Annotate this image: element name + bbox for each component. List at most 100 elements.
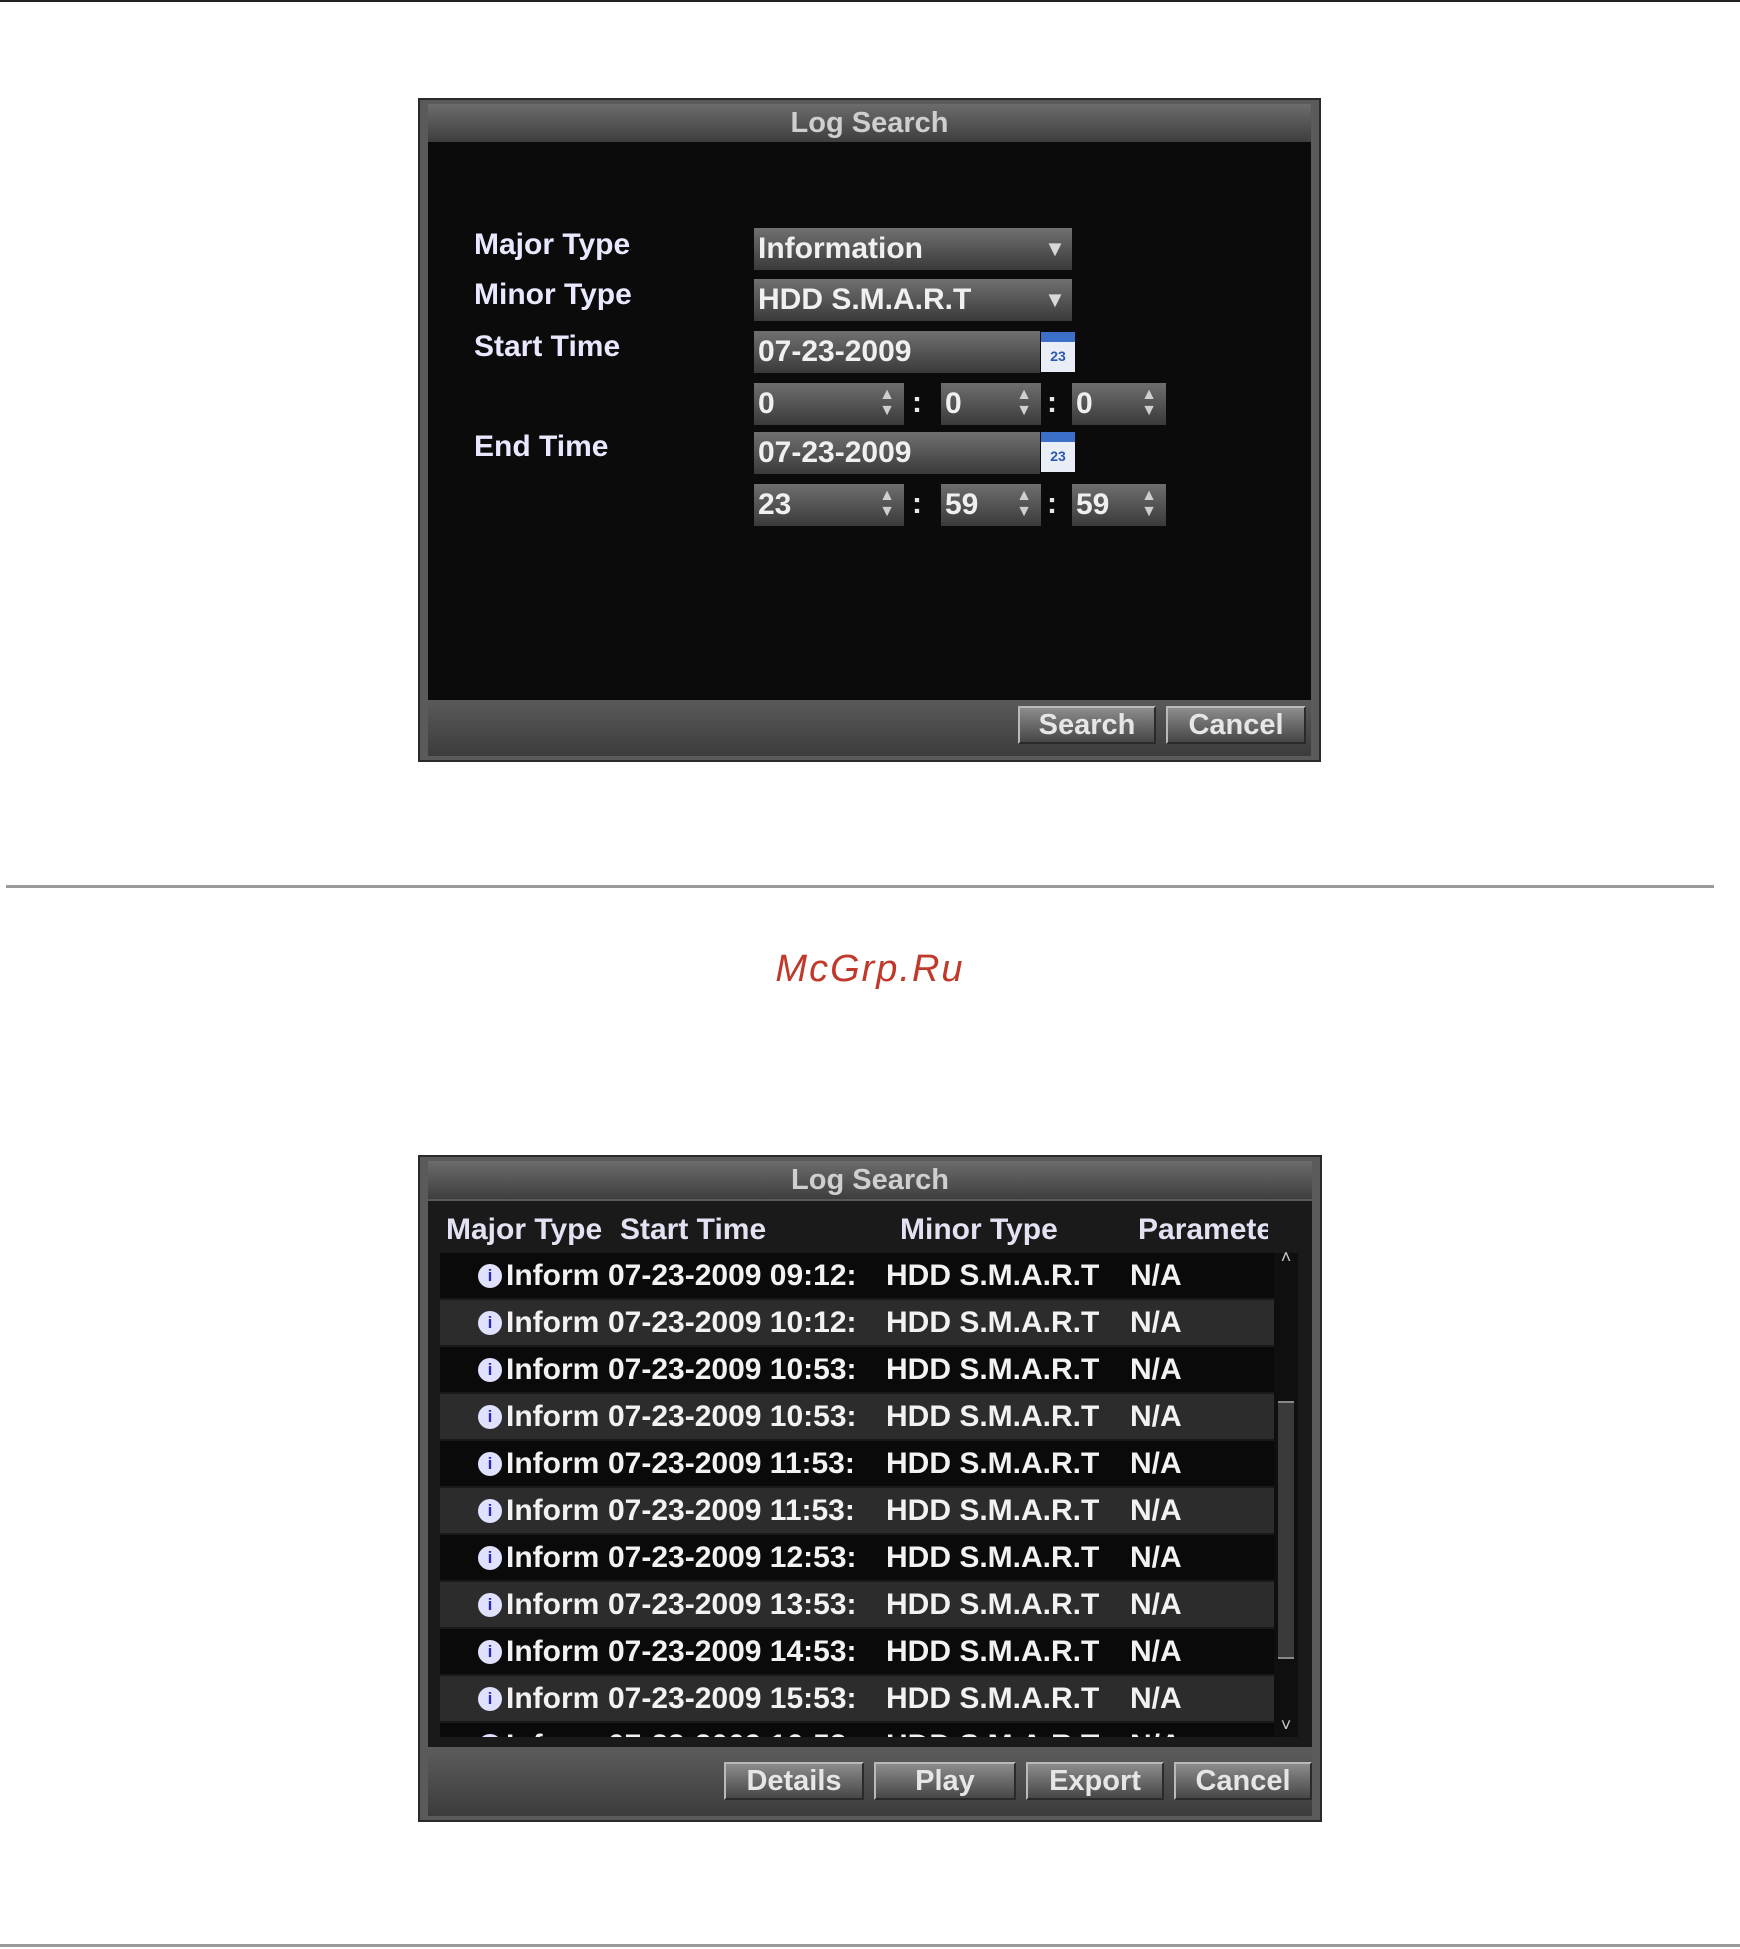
cell-start-time: 07-23-2009 10:12:	[608, 1306, 857, 1339]
time-separator: :	[912, 386, 922, 419]
results-scrollbar[interactable]: ˄ ˅	[1274, 1247, 1298, 1737]
table-row[interactable]: i Inform 07-23-2009 11:53: HDD S.M.A.R.T…	[440, 1488, 1278, 1533]
cell-major-type: Inform	[506, 1259, 600, 1292]
start-minute-value: 0	[945, 387, 962, 420]
info-icon: i	[478, 1593, 502, 1617]
table-row[interactable]: i Inform 07-23-2009 12:53: HDD S.M.A.R.T…	[440, 1535, 1278, 1580]
bottom-rule	[0, 1944, 1740, 1947]
table-row[interactable]: i Inform 07-23-2009 09:12: HDD S.M.A.R.T…	[440, 1253, 1278, 1298]
table-row[interactable]: i Inform 07-23-2009 14:53: HDD S.M.A.R.T…	[440, 1629, 1278, 1674]
column-header-start-time[interactable]: Start Time	[620, 1213, 766, 1247]
cell-minor-type: HDD S.M.A.R.T	[886, 1353, 1100, 1386]
start-hour-spinner[interactable]: 0 ▲ ▼	[754, 383, 904, 425]
info-icon: i	[478, 1499, 502, 1523]
cell-major-type: Inform	[506, 1635, 600, 1668]
cell-minor-type: HDD S.M.A.R.T	[886, 1306, 1100, 1339]
info-icon: i	[478, 1687, 502, 1711]
export-button[interactable]: Export	[1026, 1762, 1164, 1800]
end-time-label: End Time	[474, 430, 609, 463]
cell-minor-type: HDD S.M.A.R.T	[886, 1494, 1100, 1527]
info-icon: i	[478, 1452, 502, 1476]
chevron-down-icon[interactable]: ˅	[1274, 1713, 1298, 1737]
cell-parameter: N/A	[1130, 1306, 1182, 1339]
up-down-arrows-icon[interactable]: ▲ ▼	[1011, 387, 1037, 421]
table-row[interactable]: i Inform 07-23-2009 10:53: HDD S.M.A.R.T…	[440, 1394, 1278, 1439]
minor-type-label: Minor Type	[474, 278, 632, 311]
chevron-up-icon[interactable]: ˄	[1274, 1245, 1298, 1269]
column-header-minor-type[interactable]: Minor Type	[900, 1213, 1058, 1247]
info-icon: i	[478, 1640, 502, 1664]
time-separator: :	[1047, 487, 1057, 520]
top-rule	[0, 0, 1740, 2]
calendar-icon[interactable]: 23	[1041, 432, 1075, 472]
dialog-footer: Search Cancel	[428, 700, 1311, 756]
cell-parameter: N/A	[1130, 1728, 1230, 1737]
cell-start-time: 07-23-2009 10:53:	[608, 1353, 857, 1386]
cell-start-time: 07-23-2009 11:53:	[608, 1494, 855, 1527]
details-button[interactable]: Details	[724, 1762, 864, 1800]
table-row[interactable]: i Inform 07-23-2009 10:12: HDD S.M.A.R.T…	[440, 1300, 1278, 1345]
cell-minor-type: HDD S.M.A.R.T	[886, 1541, 1100, 1574]
up-down-arrows-icon[interactable]: ▲ ▼	[874, 488, 900, 522]
cell-major-type: Inform	[506, 1541, 600, 1574]
cell-parameter: N/A	[1130, 1588, 1182, 1621]
dialog-body: Major Type Information ▼ Minor Type HDD …	[428, 142, 1311, 700]
up-down-arrows-icon[interactable]: ▲ ▼	[1136, 387, 1162, 421]
watermark: McGrp.Ru	[775, 948, 965, 990]
end-date-field[interactable]: 07-23-2009	[754, 432, 1040, 474]
cell-minor-type: HDD S.M.A.R.T	[886, 1588, 1100, 1621]
dialog-title: Log Search	[428, 104, 1311, 142]
scrollbar-thumb[interactable]	[1278, 1401, 1294, 1659]
cell-start-time: 07-23-2009 15:53:	[608, 1682, 857, 1715]
table-row[interactable]: i Inform 07-23-2009 16:53: HDD S.M.A.R.T…	[440, 1723, 1278, 1737]
cell-minor-type: HDD S.M.A.R.T	[886, 1400, 1100, 1433]
end-minute-spinner[interactable]: 59 ▲ ▼	[941, 484, 1041, 526]
table-row[interactable]: i Inform 07-23-2009 10:53: HDD S.M.A.R.T…	[440, 1347, 1278, 1392]
chevron-down-icon: ▼	[1044, 287, 1066, 312]
up-down-arrows-icon[interactable]: ▲ ▼	[874, 387, 900, 421]
cell-parameter: N/A	[1130, 1541, 1182, 1574]
end-second-spinner[interactable]: 59 ▲ ▼	[1072, 484, 1166, 526]
cell-major-type: Inform	[506, 1494, 600, 1527]
log-results-dialog: Log Search Major Type Start Time Minor T…	[418, 1155, 1322, 1822]
calendar-icon[interactable]: 23	[1041, 332, 1075, 372]
cell-start-time: 07-23-2009 11:53:	[608, 1447, 855, 1480]
start-date-field[interactable]: 07-23-2009	[754, 331, 1040, 373]
end-hour-value: 23	[758, 488, 792, 521]
results-body: Major Type Start Time Minor Type Paramet…	[428, 1201, 1312, 1747]
column-header-major-type[interactable]: Major Type	[446, 1213, 614, 1247]
search-button[interactable]: Search	[1018, 706, 1156, 744]
info-icon: i	[478, 1546, 502, 1570]
minor-type-dropdown[interactable]: HDD S.M.A.R.T ▼	[754, 279, 1072, 321]
cell-start-time: 07-23-2009 13:53:	[608, 1588, 857, 1621]
info-icon: i	[478, 1358, 502, 1382]
play-button[interactable]: Play	[874, 1762, 1016, 1800]
table-row[interactable]: i Inform 07-23-2009 15:53: HDD S.M.A.R.T…	[440, 1676, 1278, 1721]
end-hour-spinner[interactable]: 23 ▲ ▼	[754, 484, 904, 526]
dialog-title: Log Search	[428, 1161, 1312, 1199]
cell-major-type: Inform	[506, 1588, 600, 1621]
up-down-arrows-icon[interactable]: ▲ ▼	[1136, 488, 1162, 522]
cancel-button[interactable]: Cancel	[1174, 1762, 1312, 1800]
start-hour-value: 0	[758, 387, 775, 420]
cell-start-time: 07-23-2009 14:53:	[608, 1635, 857, 1668]
major-type-dropdown[interactable]: Information ▼	[754, 228, 1072, 270]
chevron-down-icon: ▼	[1044, 236, 1066, 261]
table-row[interactable]: i Inform 07-23-2009 13:53: HDD S.M.A.R.T…	[440, 1582, 1278, 1627]
time-separator: :	[1047, 386, 1057, 419]
cell-start-time: 07-23-2009 10:53:	[608, 1400, 857, 1433]
start-second-spinner[interactable]: 0 ▲ ▼	[1072, 383, 1166, 425]
cell-parameter: N/A	[1130, 1635, 1182, 1668]
cell-minor-type: HDD S.M.A.R.T	[886, 1259, 1100, 1292]
cancel-button[interactable]: Cancel	[1166, 706, 1306, 744]
start-minute-spinner[interactable]: 0 ▲ ▼	[941, 383, 1041, 425]
results-list: i Inform 07-23-2009 09:12: HDD S.M.A.R.T…	[440, 1253, 1278, 1737]
start-time-label: Start Time	[474, 330, 621, 363]
cell-parameter: N/A	[1130, 1494, 1182, 1527]
up-down-arrows-icon[interactable]: ▲ ▼	[1011, 488, 1037, 522]
column-header-parameter[interactable]: Paramete	[1138, 1213, 1268, 1247]
cell-major-type: Inform	[506, 1400, 600, 1433]
info-icon: i	[478, 1405, 502, 1429]
table-row[interactable]: i Inform 07-23-2009 11:53: HDD S.M.A.R.T…	[440, 1441, 1278, 1486]
cell-start-time: 07-23-2009 16:53:	[608, 1728, 886, 1737]
